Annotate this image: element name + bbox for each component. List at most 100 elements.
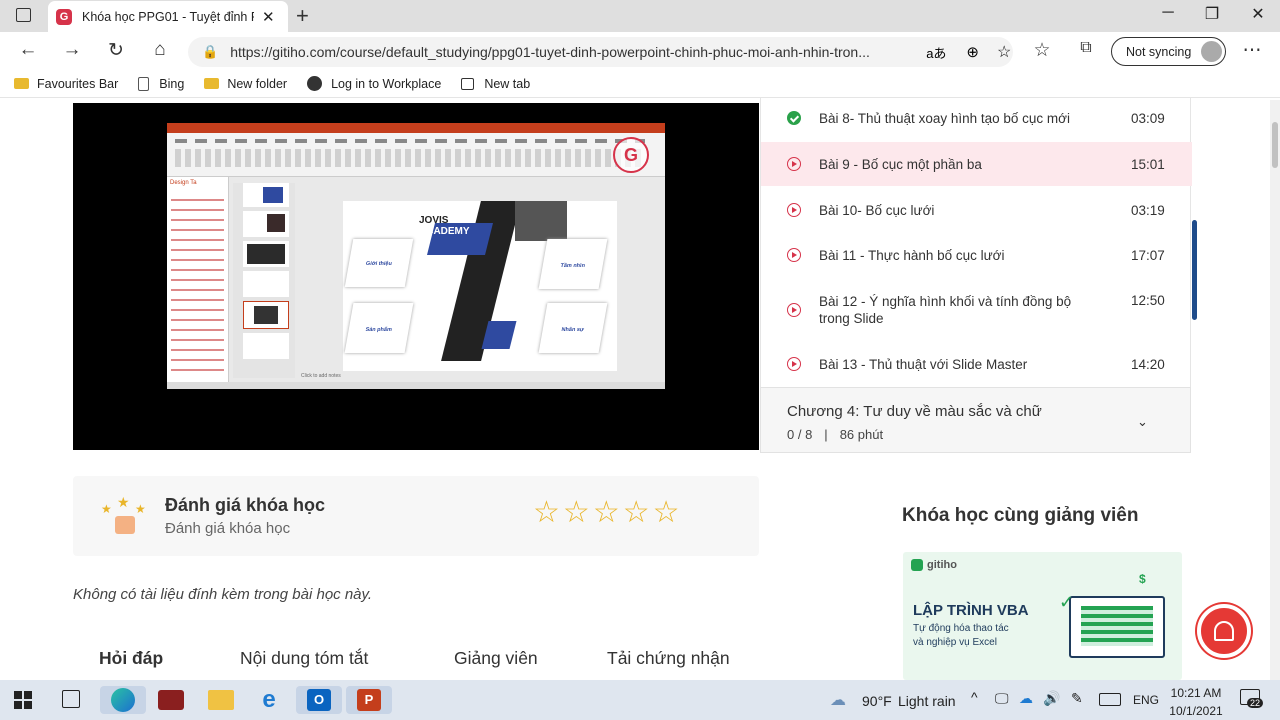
new-tab-button[interactable]: + xyxy=(296,3,309,29)
lesson-item-active[interactable]: Bài 9 - Bố cục một phần ba 15:01 xyxy=(761,142,1192,186)
lesson-item[interactable]: Bài 13 - Thủ thuật với Slide Master 14:2… xyxy=(761,344,1192,384)
no-documents-text: Không có tài liệu đính kèm trong bài học… xyxy=(73,586,373,603)
favourites-bar: Favourites Bar Bing New folder Log in to… xyxy=(0,70,1280,98)
address-bar[interactable]: 🔒 https://gitiho.com/course/default_stud… xyxy=(188,37,1013,67)
lock-icon: 🔒 xyxy=(202,44,219,59)
notification-center-icon[interactable]: 22 xyxy=(1240,689,1264,708)
tab-summary[interactable]: Nội dung tóm tắt xyxy=(240,648,368,669)
chevron-down-icon[interactable]: ⌄ xyxy=(1137,414,1148,430)
windows-taskbar xyxy=(0,680,1280,720)
star-icon[interactable]: ☆ xyxy=(563,498,590,528)
close-window-button[interactable]: ✕ xyxy=(1238,4,1278,24)
star-icon[interactable]: ☆ xyxy=(593,498,620,528)
collections-icon[interactable]: ⧉ xyxy=(1071,39,1101,57)
clock-time: 10:21 AM xyxy=(1170,686,1222,700)
star-icon[interactable]: ☆ xyxy=(533,498,560,528)
pen-icon[interactable]: ✎ xyxy=(1071,690,1083,707)
minimize-button[interactable]: ─ xyxy=(1148,4,1188,22)
gitiho-logo-icon xyxy=(911,559,923,571)
lesson-item[interactable]: Bài 10- Bố cục lưới 03:19 xyxy=(761,190,1192,230)
fav-item-new-tab[interactable]: New tab xyxy=(461,77,530,91)
internet-explorer-icon[interactable]: e xyxy=(254,686,284,714)
profile-sync-button[interactable]: Not syncing xyxy=(1111,37,1226,66)
dollar-icon: $ xyxy=(1139,572,1146,586)
play-circle-icon xyxy=(787,248,801,262)
fav-item-new-folder[interactable]: New folder xyxy=(204,77,287,91)
favourites-icon[interactable]: ☆ xyxy=(1027,39,1057,62)
chapter-separator: | xyxy=(824,427,828,442)
weather-desc[interactable]: Light rain xyxy=(898,693,956,709)
app-taskbar-icon[interactable] xyxy=(156,686,186,714)
settings-more-icon[interactable]: ⋯ xyxy=(1237,39,1267,62)
notification-count-badge: 22 xyxy=(1247,698,1264,708)
back-icon[interactable]: ← xyxy=(13,39,43,61)
slide-card-vision: Tầm nhìn xyxy=(538,239,608,289)
tab-certificate[interactable]: Tải chứng nhận xyxy=(607,648,730,669)
url-text: https://gitiho.com/course/default_studyi… xyxy=(230,44,870,60)
check-circle-icon xyxy=(787,111,801,125)
chapter-title: Chương 4: Tư duy về màu sắc và chữ xyxy=(787,403,1042,420)
lesson-list-scrollbar[interactable] xyxy=(1192,220,1197,320)
play-circle-icon xyxy=(787,203,801,217)
tab-qa[interactable]: Hỏi đáp xyxy=(99,648,163,669)
start-icon[interactable] xyxy=(14,691,32,709)
related-course-title: LẬP TRÌNH VBA xyxy=(913,602,1029,619)
workplace-icon xyxy=(307,76,323,91)
lesson-item[interactable]: Bài 8- Thủ thuật xoay hình tạo bố cục mớ… xyxy=(761,98,1192,138)
chapter-minutes: 86 phút xyxy=(839,427,884,442)
newtab-icon xyxy=(461,77,475,90)
fav-item-bing[interactable]: Bing xyxy=(138,76,184,91)
star-icon[interactable]: ☆ xyxy=(623,498,650,528)
folder-icon xyxy=(14,78,29,89)
tab-title: Khóa học PPG01 - Tuyệt đỉnh Po xyxy=(82,9,254,24)
chapter-accordion[interactable]: Chương 4: Tư duy về màu sắc và chữ 0 / 8… xyxy=(760,387,1191,453)
zoom-icon[interactable]: ⊕ xyxy=(966,43,979,61)
powerpoint-icon[interactable]: P xyxy=(346,686,392,714)
ppt-thumbnails xyxy=(233,183,295,378)
chapter-progress: 0 / 8 xyxy=(787,427,813,442)
related-course-card[interactable]: gitiho LẬP TRÌNH VBA Tự động hóa thao tá… xyxy=(903,552,1182,680)
add-favourite-icon[interactable]: ☆ xyxy=(997,42,1011,62)
browser-tab[interactable]: G Khóa học PPG01 - Tuyệt đỉnh Po ✕ xyxy=(48,1,288,32)
volume-icon[interactable]: 🔊 xyxy=(1043,690,1060,707)
fav-item-workplace[interactable]: Log in to Workplace xyxy=(307,76,441,91)
related-brand: gitiho xyxy=(927,559,957,571)
file-explorer-icon[interactable] xyxy=(206,686,236,714)
edge-taskbar-icon[interactable] xyxy=(100,686,146,714)
chevron-up-icon[interactable]: ^ xyxy=(971,689,978,705)
star-rating[interactable]: ☆ ☆ ☆ ☆ ☆ xyxy=(533,498,680,528)
play-circle-icon xyxy=(787,157,801,171)
forward-icon[interactable]: → xyxy=(57,39,87,61)
maximize-button[interactable]: ❐ xyxy=(1192,4,1232,24)
page-scrollbar[interactable] xyxy=(1270,100,1280,680)
language-indicator[interactable]: ENG xyxy=(1133,693,1159,707)
network-icon[interactable]: 🖵 xyxy=(995,690,1009,707)
lesson-item[interactable]: Bài 11 - Thực hành bố cục lưới 17:07 xyxy=(761,235,1192,275)
clock[interactable]: 10:21 AM 10/1/2021 xyxy=(1168,684,1224,720)
rating-subtitle: Đánh giá khóa học xyxy=(165,520,291,537)
bell-icon xyxy=(1214,621,1234,641)
task-view-icon[interactable] xyxy=(62,690,80,708)
lesson-item[interactable]: Bài 12 - Ý nghĩa hình khối và tính đồng … xyxy=(761,288,1192,332)
refresh-icon[interactable]: ↻ xyxy=(101,39,131,62)
content-tabs: Hỏi đáp Nội dung tóm tắt Giảng viên Tải … xyxy=(73,648,759,672)
keyboard-icon[interactable] xyxy=(1099,693,1121,706)
read-aloud-icon[interactable]: aあ xyxy=(926,43,946,62)
tab-close-icon[interactable]: ✕ xyxy=(262,8,275,26)
rating-panel: ★ ★ ★ Đánh giá khóa học Đánh giá khóa họ… xyxy=(73,476,759,556)
check-icon: ✓ xyxy=(1059,592,1075,612)
notification-bell-button[interactable] xyxy=(1197,604,1251,658)
weather-temp[interactable]: 90°F xyxy=(862,693,892,709)
fav-item-favourites-bar[interactable]: Favourites Bar xyxy=(14,77,118,91)
tab-actions-icon[interactable] xyxy=(16,8,31,22)
computer-illustration xyxy=(1069,596,1165,658)
onedrive-icon[interactable]: ☁ xyxy=(1019,690,1033,707)
outlook-icon[interactable]: O xyxy=(296,686,342,714)
home-icon[interactable]: ⌂ xyxy=(145,39,175,61)
star-icon[interactable]: ☆ xyxy=(653,498,680,528)
not-syncing-label: Not syncing xyxy=(1126,44,1192,59)
tab-instructor[interactable]: Giảng viên xyxy=(454,648,538,669)
slide-brand-line1: JOVIS xyxy=(419,215,449,226)
avatar-icon xyxy=(1201,41,1223,62)
ppt-notes: Click to add notes xyxy=(301,373,341,379)
